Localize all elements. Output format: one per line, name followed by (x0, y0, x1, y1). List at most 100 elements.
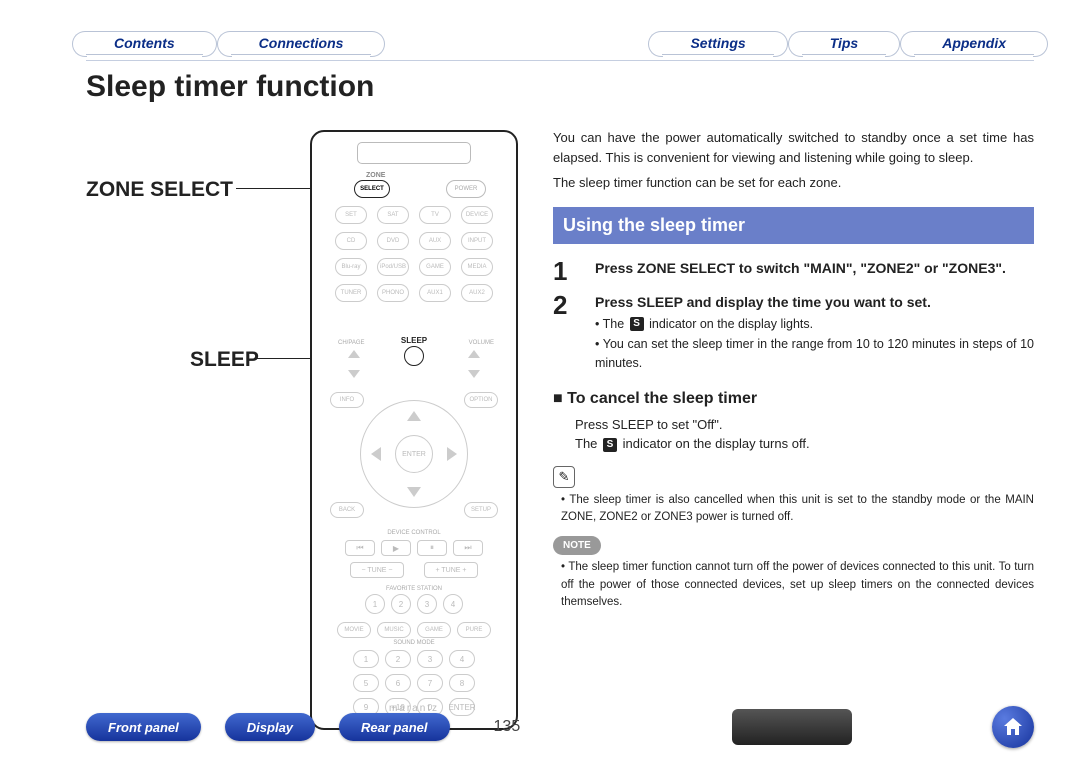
sleep-label: SLEEP (401, 336, 427, 345)
key: 8 (449, 674, 475, 692)
nav-appendix[interactable]: Appendix (914, 31, 1034, 55)
fav-row: 1 2 3 4 (365, 594, 463, 614)
bottom-bar: Front panel Display Rear panel 135 (86, 709, 1034, 745)
home-icon (1001, 715, 1025, 739)
transport-row: ⏮ ▶ ⏸ ⏭ (345, 540, 483, 556)
text: indicator on the display lights. (646, 317, 813, 331)
device-control-label: DEVICE CONTROL (312, 530, 516, 536)
src: iPod/USB (377, 258, 409, 276)
mode-pure: PURE (457, 622, 491, 638)
back-pill: BACK (330, 502, 364, 518)
nav-contents[interactable]: Contents (86, 31, 203, 55)
power-button-icon: POWER (446, 180, 486, 198)
fav-2: 2 (391, 594, 411, 614)
key: 6 (385, 674, 411, 692)
ch-up-icon (348, 350, 360, 358)
nav-settings[interactable]: Settings (662, 31, 773, 55)
display-button[interactable]: Display (225, 713, 315, 741)
next-icon: ⏭ (453, 540, 483, 556)
mode-game: GAME (417, 622, 451, 638)
step-text: Press SLEEP and display the time you wan… (595, 292, 1034, 373)
remote-column: ZONE SELECT SLEEP ZONE SELECT POWER SET … (86, 130, 526, 710)
zone-select-button-icon: SELECT (354, 180, 390, 198)
callout-zone-select: ZONE SELECT (86, 178, 233, 202)
tune-up: + TUNE + (424, 562, 478, 578)
subsection-body: Press SLEEP to set "Off". The S indicato… (553, 415, 1034, 454)
s-indicator-icon: S (630, 317, 644, 331)
step-2-title: Press SLEEP and display the time you wan… (595, 294, 931, 310)
nav-connections[interactable]: Connections (231, 31, 372, 55)
src: DVD (377, 232, 409, 250)
page-number: 135 (494, 718, 521, 736)
src: DEVICE (461, 206, 493, 224)
section-heading: Using the sleep timer (553, 207, 1034, 244)
src: PHONO (377, 284, 409, 302)
key: 5 (353, 674, 379, 692)
setup-pill: SETUP (464, 502, 498, 518)
divider (86, 60, 1034, 61)
sleep-button-icon (404, 346, 424, 366)
ch-label: CH/PAGE (338, 340, 365, 346)
src: CD (335, 232, 367, 250)
arrow-down-icon (407, 487, 421, 497)
key: 2 (385, 650, 411, 668)
src: TV (419, 206, 451, 224)
source-grid: SET SAT TV DEVICE CD DVD AUX INPUT Blu-r… (312, 206, 516, 302)
tune-row: − TUNE − + TUNE + (350, 562, 478, 578)
step-number: 1 (553, 258, 581, 284)
intro-paragraph-2: The sleep timer function can be set for … (553, 173, 1034, 193)
text: The (575, 436, 601, 451)
key: 3 (417, 650, 443, 668)
step-2-bullet-1: The S indicator on the display lights. (595, 315, 1034, 334)
pencil-icon: ✎ (553, 466, 575, 488)
enter-button: ENTER (395, 435, 433, 473)
sound-mode-label: SOUND MODE (312, 640, 516, 646)
fav-1: 1 (365, 594, 385, 614)
callout-sleep: SLEEP (190, 348, 259, 372)
home-button[interactable] (992, 706, 1034, 748)
mode-row: MOVIE MUSIC GAME PURE (337, 622, 491, 638)
src: TUNER (335, 284, 367, 302)
sub-line-2: The S indicator on the display turns off… (575, 434, 1034, 454)
remote-display (357, 142, 471, 164)
vol-label: VOLUME (469, 340, 494, 346)
front-panel-button[interactable]: Front panel (86, 713, 201, 741)
remote-illustration: ZONE SELECT POWER SET SAT TV DEVICE CD D… (310, 130, 518, 730)
fav-4: 4 (443, 594, 463, 614)
src: INPUT (461, 232, 493, 250)
note-body: The sleep timer function cannot turn off… (553, 559, 1034, 611)
sub-line-1: Press SLEEP to set "Off". (575, 415, 1034, 435)
step-1: 1 Press ZONE SELECT to switch "MAIN", "Z… (553, 258, 1034, 284)
content-column: You can have the power automatically swi… (553, 128, 1034, 611)
page-title: Sleep timer function (86, 70, 374, 104)
src: GAME (419, 258, 451, 276)
rear-panel-button[interactable]: Rear panel (339, 713, 449, 741)
src: AUX2 (461, 284, 493, 302)
sleep-row: CH/PAGE VOLUME SLEEP (312, 336, 516, 376)
subsection-heading: To cancel the sleep timer (553, 387, 1034, 411)
note-label: NOTE (553, 536, 601, 555)
arrow-up-icon (407, 411, 421, 421)
src: AUX1 (419, 284, 451, 302)
arrow-left-icon (371, 447, 381, 461)
remote-link-box[interactable] (732, 709, 852, 745)
tune-down: − TUNE − (350, 562, 404, 578)
option-pill: OPTION (464, 392, 498, 408)
nav-tips[interactable]: Tips (802, 31, 887, 55)
intro-paragraph: You can have the power automatically swi… (553, 128, 1034, 167)
ch-down-icon (348, 370, 360, 378)
mode-movie: MOVIE (337, 622, 371, 638)
src: AUX (419, 232, 451, 250)
vol-up-icon (468, 350, 480, 358)
zone-label: ZONE (366, 172, 385, 179)
mode-music: MUSIC (377, 622, 411, 638)
pencil-note: The sleep timer is also cancelled when t… (553, 492, 1034, 527)
info-pill: INFO (330, 392, 364, 408)
prev-icon: ⏮ (345, 540, 375, 556)
pause-icon: ⏸ (417, 540, 447, 556)
text: indicator on the display turns off. (619, 436, 810, 451)
fav-label: FAVORITE STATION (312, 586, 516, 592)
play-icon: ▶ (381, 540, 411, 556)
step-2-bullet-2: You can set the sleep timer in the range… (595, 335, 1034, 373)
text: The (603, 317, 628, 331)
